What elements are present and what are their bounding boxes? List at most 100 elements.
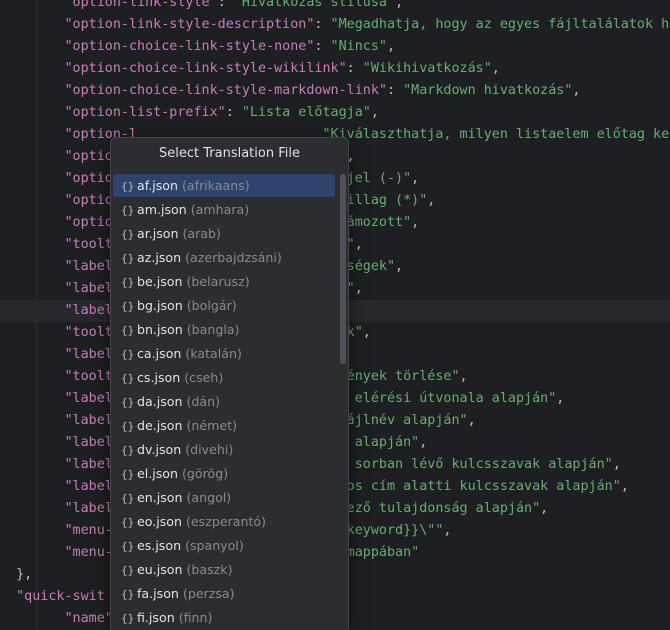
file-name: az.json — [137, 250, 186, 265]
code-line[interactable]: "option-link-style": "Hivatkozás stílusa… — [0, 0, 404, 14]
language-name: (divehi) — [185, 442, 234, 457]
translation-file-item[interactable]: {} eo.json (eszperantó) — [113, 510, 335, 533]
popup-title: Select Translation File — [159, 146, 300, 161]
translation-file-item[interactable]: {} ar.json (arab) — [113, 222, 335, 245]
language-name: (dán) — [186, 394, 220, 409]
code-line[interactable]: "quick-swit — [0, 586, 105, 608]
json-string-value: "Hivatkozás stílusa" — [233, 0, 396, 10]
file-name: cs.json — [137, 370, 185, 385]
language-name: (bangla) — [186, 322, 240, 337]
popup-scrollbar[interactable] — [340, 174, 346, 364]
json-punctuation: , — [419, 435, 428, 450]
json-file-icon: {} — [121, 204, 135, 217]
translation-file-item[interactable]: {} el.json (görög) — [113, 462, 335, 485]
file-name: el.json — [137, 466, 183, 481]
language-name: (perzsa) — [182, 586, 235, 601]
translation-file-item[interactable]: {} en.json (angol) — [113, 486, 335, 509]
translation-file-item[interactable]: {} es.json (spanyol) — [113, 534, 335, 557]
translation-file-item[interactable]: {} eu.json (baszk) — [113, 558, 335, 581]
translation-file-item[interactable]: {} bg.json (bolgár) — [113, 294, 335, 317]
json-file-icon: {} — [121, 468, 135, 481]
json-file-icon: {} — [121, 588, 135, 601]
language-name: (finn) — [178, 610, 213, 625]
file-name: ca.json — [137, 346, 186, 361]
language-name: (arab) — [182, 226, 221, 241]
translation-file-item[interactable]: {} be.json (belarusz) — [113, 270, 335, 293]
json-string-value: "Wikihivatkozás" — [362, 61, 492, 76]
language-name: (eszperantó) — [186, 514, 267, 529]
translation-file-item[interactable]: {} fa.json (perzsa) — [113, 582, 335, 605]
code-line[interactable]: }, — [0, 564, 32, 586]
code-line[interactable]: "option-list-prefix": "Lista előtagja", — [0, 102, 379, 124]
translation-file-item[interactable]: {} am.json (amhara) — [113, 198, 335, 221]
json-file-icon: {} — [121, 276, 135, 289]
json-punctuation: , — [443, 523, 452, 538]
translation-file-item[interactable]: {} dv.json (divehi) — [113, 438, 335, 461]
file-name: be.json — [137, 274, 187, 289]
language-name: (spanyol) — [185, 538, 244, 553]
file-name: fa.json — [137, 586, 183, 601]
json-key: "option-list-prefix" — [64, 105, 226, 120]
json-punctuation: , — [395, 0, 404, 10]
json-punctuation: , — [556, 391, 565, 406]
json-punctuation: , — [459, 369, 468, 384]
json-separator: : — [386, 83, 404, 98]
language-name: (belarusz) — [186, 274, 250, 289]
language-name: (görög) — [182, 466, 229, 481]
json-string-value: "Markdown hivatkozás" — [403, 83, 573, 98]
translation-file-item[interactable]: {} ca.json (katalán) — [113, 342, 335, 365]
translation-file-popup: Select Translation File {} af.json (afrik… — [110, 137, 349, 630]
json-punctuation: , — [395, 259, 404, 274]
json-punctuation: , — [572, 83, 581, 98]
file-name: de.json — [137, 418, 187, 433]
translation-file-item[interactable]: {} az.json (azerbajdzsáni) — [113, 246, 335, 269]
code-line[interactable]: "label- — [0, 344, 121, 366]
language-name: (német) — [186, 418, 238, 433]
file-name: af.json — [137, 178, 182, 193]
json-separator: : — [346, 61, 363, 76]
json-punctuation: , — [411, 171, 420, 186]
file-name: bg.json — [137, 298, 187, 313]
json-key: "option-choice-link-style-wikilink" — [64, 61, 347, 76]
json-punctuation: , — [411, 215, 420, 230]
translation-file-item[interactable]: {} da.json (dán) — [113, 390, 335, 413]
code-line[interactable]: "option-choice-link-style-markdown-link"… — [0, 80, 581, 102]
json-key: "option-link-style" — [64, 0, 218, 10]
translation-file-item[interactable]: {} af.json (afrikaans) — [113, 174, 335, 197]
code-line[interactable]: "option-link-style-description": "Megadh… — [0, 14, 670, 36]
language-name: (bolgár) — [186, 298, 237, 313]
json-file-icon: {} — [121, 180, 135, 193]
json-key: "name" — [64, 611, 113, 626]
json-string-value: "Megadhatja, hogy az egyes fájltalálatok… — [330, 17, 670, 32]
json-key: "quick-swit — [16, 589, 105, 604]
json-punctuation: , — [540, 501, 549, 516]
file-name: am.json — [137, 202, 191, 217]
code-line[interactable]: "option-choice-link-style-none": "Nincs"… — [0, 36, 396, 58]
language-name: (cseh) — [184, 370, 224, 385]
json-file-icon: {} — [121, 324, 135, 337]
json-punctuation: , — [362, 325, 371, 340]
json-separator: : — [314, 39, 331, 54]
translation-file-item[interactable]: {} bn.json (bangla) — [113, 318, 335, 341]
code-line[interactable]: "option-choice-link-style-wikilink": "Wi… — [0, 58, 500, 80]
translation-file-item[interactable]: {} cs.json (cseh) — [113, 366, 335, 389]
json-punctuation: , — [354, 281, 363, 296]
translation-file-item[interactable]: {} fi.json (finn) — [113, 606, 335, 629]
json-punctuation: , — [354, 237, 363, 252]
translation-file-item[interactable]: {} de.json (német) — [113, 414, 335, 437]
